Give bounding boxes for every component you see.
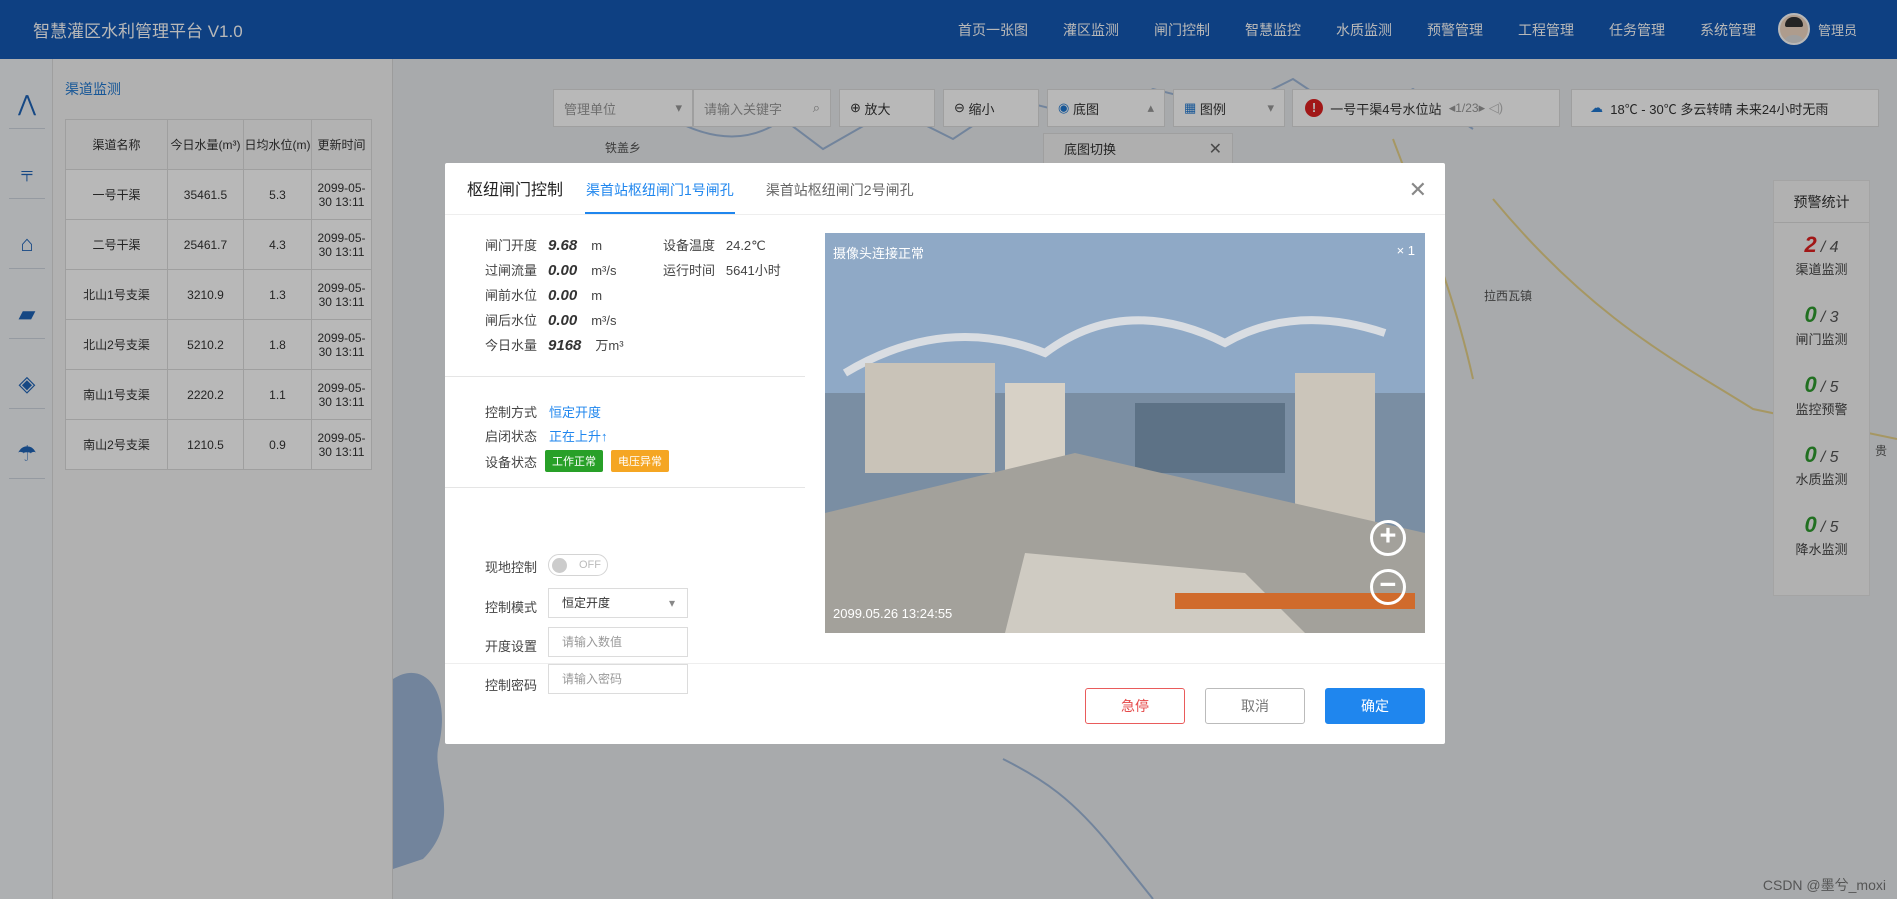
gate-control-modal: 枢纽闸门控制 渠首站枢纽闸门1号闸孔 渠首站枢纽闸门2号闸孔 ✕ 闸门开度 9.6… [445, 163, 1445, 744]
opening-input[interactable]: 请输入数值 [548, 627, 688, 657]
metric-value: 0.00 [548, 312, 578, 329]
status-badge: 工作正常 [545, 450, 604, 472]
modal-title: 枢纽闸门控制 [467, 182, 564, 199]
metric-value: 0.00 [548, 287, 578, 304]
zoom-out-icon[interactable]: − [1370, 569, 1406, 605]
device-status-label: 设备状态 [485, 454, 538, 470]
cancel-button[interactable]: 取消 [1205, 688, 1305, 724]
camera-feed[interactable]: 摄像头连接正常 × 1 2099.05.26 13:24:55 + − [825, 233, 1425, 633]
metric-label: 过闸流量 [485, 263, 538, 278]
tab-gate-1[interactable]: 渠首站枢纽闸门1号闸孔 [585, 180, 735, 214]
divider [445, 376, 805, 377]
mode-select-value: 恒定开度 [562, 596, 611, 610]
tab-gate-2[interactable]: 渠首站枢纽闸门2号闸孔 [765, 180, 915, 214]
status-badge: 电压异常 [611, 450, 670, 472]
control-mode-label: 控制方式 [485, 405, 538, 420]
metric-unit: 万m³ [595, 338, 624, 353]
metric-unit: m [591, 288, 603, 303]
mode-select[interactable]: 恒定开度 ▾ [548, 588, 688, 618]
zoom-in-icon[interactable]: + [1370, 520, 1406, 556]
metric-value: 0.00 [548, 262, 578, 279]
modal-header: 枢纽闸门控制 渠首站枢纽闸门1号闸孔 渠首站枢纽闸门2号闸孔 ✕ [445, 163, 1445, 215]
metric-unit: m³/s [591, 313, 617, 328]
device-temp: 24.2℃ [725, 238, 766, 253]
runtime: 5641小时 [725, 263, 781, 278]
open-status-label: 启闭状态 [485, 429, 538, 444]
camera-status: 摄像头连接正常 [833, 246, 925, 261]
chevron-down-icon: ▾ [668, 596, 675, 610]
gate-info: 闸门开度 9.68 m 过闸流量 0.00 m³/s 闸前水位 0.00 m 闸后水位 0.0… [445, 215, 805, 665]
metric-value: 9.68 [548, 237, 578, 254]
metric-label: 闸后水位 [485, 313, 538, 328]
camera-zoom: × 1 [1396, 243, 1415, 258]
opening-label: 开度设置 [485, 639, 538, 654]
metric-label: 闸前水位 [485, 288, 538, 303]
mode-label: 控制模式 [485, 600, 538, 615]
control-mode-value: 恒定开度 [549, 405, 602, 420]
open-status-value: 正在上升↑ [549, 429, 608, 444]
metric-label: 闸门开度 [485, 238, 538, 253]
camera-timestamp: 2099.05.26 13:24:55 [833, 606, 953, 621]
local-control-label: 现地控制 [485, 560, 538, 575]
close-icon[interactable]: ✕ [1409, 177, 1427, 203]
metric-value: 9168 [548, 337, 582, 354]
confirm-button[interactable]: 确定 [1325, 688, 1425, 724]
emergency-stop-button[interactable]: 急停 [1085, 688, 1185, 724]
divider [445, 487, 805, 488]
metric-label: 今日水量 [485, 338, 538, 353]
device-temp-label: 设备温度 [663, 238, 716, 253]
local-control-toggle[interactable]: OFF [548, 554, 608, 576]
metric-unit: m [591, 238, 603, 253]
modal-footer: 急停 取消 确定 [445, 663, 1445, 744]
runtime-label: 运行时间 [663, 263, 716, 278]
camera-image [825, 233, 1425, 633]
metric-unit: m³/s [591, 263, 617, 278]
